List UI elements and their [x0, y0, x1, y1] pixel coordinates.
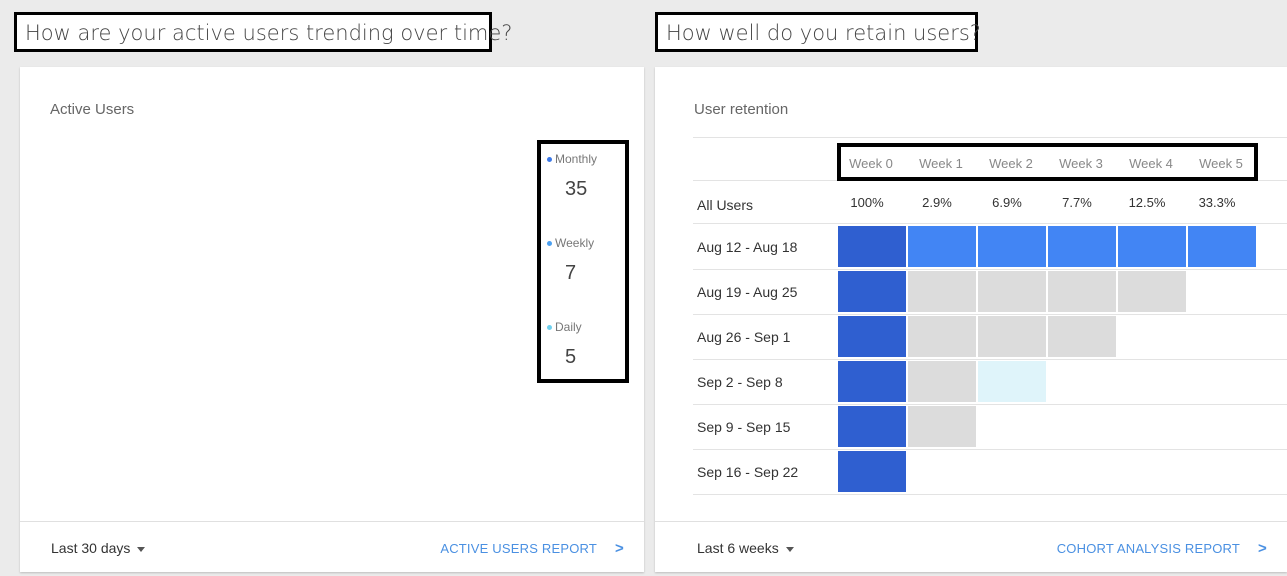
retention-cell[interactable]: [978, 361, 1046, 402]
week-header: Week 0: [849, 156, 893, 171]
week-header: Week 2: [989, 156, 1033, 171]
legend-monthly-label: Monthly: [555, 152, 598, 166]
active-users-report-label: ACTIVE USERS REPORT: [440, 541, 598, 556]
active-users-report-link[interactable]: ACTIVE USERS REPORT >: [440, 540, 624, 557]
monthly-value: 35: [565, 178, 588, 200]
legend-weekly: Weekly: [547, 236, 594, 250]
caret-down-icon: [137, 546, 146, 552]
retention-percent: 2.9%: [922, 195, 952, 210]
monthly-dot-icon: [547, 157, 552, 163]
retention-percent: 12.5%: [1128, 195, 1166, 210]
legend-weekly-label: Weekly: [555, 236, 595, 250]
cohort-label: Aug 19 - Aug 25: [697, 284, 798, 300]
date-range-label: Last 30 days: [51, 540, 131, 556]
retention-cell[interactable]: [908, 316, 976, 357]
row-divider: [693, 494, 1287, 495]
week-headers: Week 0 Week 1 Week 2 Week 3 Week 4 Week …: [837, 143, 1258, 181]
retention-cell[interactable]: [978, 226, 1046, 267]
week-header: Week 5: [1199, 156, 1243, 171]
week-header: Week 1: [919, 156, 963, 171]
cohort-label: Aug 12 - Aug 18: [697, 239, 798, 255]
retention-percent: 100%: [850, 195, 884, 210]
cohort-label: Sep 9 - Sep 15: [697, 419, 791, 435]
retention-cell[interactable]: [1188, 226, 1256, 267]
week-header: Week 3: [1059, 156, 1103, 171]
weekly-value: 7: [565, 262, 577, 284]
retention-cell[interactable]: [838, 361, 906, 402]
chevron-right-icon: >: [615, 540, 624, 557]
retention-cell[interactable]: [838, 226, 906, 267]
active-users-title: Active Users: [50, 101, 135, 118]
retention-question-heading: How well do you retain users?: [655, 12, 981, 52]
weekly-dot-icon: [547, 241, 552, 247]
cohort-analysis-report-link[interactable]: COHORT ANALYSIS REPORT >: [1057, 540, 1267, 557]
retention-cell[interactable]: [978, 271, 1046, 312]
active-users-card: Active Users Monthly 35 Weekly 7 Daily 5…: [20, 67, 644, 572]
user-retention-card: User retention Week 0 Week 1 Week 2 Week…: [655, 67, 1287, 572]
retention-percent: 33.3%: [1198, 195, 1236, 210]
caret-down-icon: [785, 546, 794, 552]
cohort-label: Sep 2 - Sep 8: [697, 374, 783, 390]
active-users-footer: Last 30 days ACTIVE USERS REPORT >: [20, 521, 644, 572]
all-users-label: All Users: [697, 197, 754, 213]
retention-cell[interactable]: [838, 271, 906, 312]
legend-monthly: Monthly: [547, 152, 597, 166]
retention-cell[interactable]: [908, 271, 976, 312]
retention-cell[interactable]: [908, 406, 976, 447]
user-retention-title: User retention: [694, 101, 789, 118]
divider: [693, 137, 1287, 138]
retention-cell[interactable]: [1048, 271, 1116, 312]
daily-dot-icon: [547, 325, 552, 331]
legend-daily: Daily: [547, 320, 582, 334]
retention-cell[interactable]: [978, 316, 1046, 357]
row-divider: [693, 314, 1287, 315]
week-header: Week 4: [1129, 156, 1173, 171]
retention-cell[interactable]: [1048, 226, 1116, 267]
retention-cell[interactable]: [838, 451, 906, 492]
retention-cell[interactable]: [1118, 271, 1186, 312]
retention-cell[interactable]: [1048, 316, 1116, 357]
row-divider: [693, 269, 1287, 270]
row-divider: [693, 449, 1287, 450]
retention-cell[interactable]: [838, 316, 906, 357]
user-retention-footer: Last 6 weeks COHORT ANALYSIS REPORT >: [655, 521, 1287, 572]
retention-cell[interactable]: [838, 406, 906, 447]
chevron-right-icon: >: [1258, 540, 1267, 557]
date-range-dropdown[interactable]: Last 30 days: [51, 540, 146, 556]
cohort-label: Aug 26 - Sep 1: [697, 329, 791, 345]
cohort-label: Sep 16 - Sep 22: [697, 464, 799, 480]
date-range-label: Last 6 weeks: [697, 540, 779, 556]
row-divider: [693, 404, 1287, 405]
retention-percent: 7.7%: [1062, 195, 1092, 210]
daily-value: 5: [565, 346, 577, 368]
retention-percent: 6.9%: [992, 195, 1022, 210]
active-users-question-heading: How are your active users trending over …: [14, 12, 512, 52]
retention-cell[interactable]: [908, 226, 976, 267]
legend-daily-label: Daily: [555, 320, 582, 334]
divider: [693, 223, 1287, 224]
row-divider: [693, 359, 1287, 360]
date-range-dropdown[interactable]: Last 6 weeks: [697, 540, 794, 556]
cohort-analysis-report-label: COHORT ANALYSIS REPORT: [1056, 541, 1241, 556]
active-users-legend: Monthly 35 Weekly 7 Daily 5: [537, 140, 629, 383]
retention-cell[interactable]: [908, 361, 976, 402]
retention-cell[interactable]: [1118, 226, 1186, 267]
